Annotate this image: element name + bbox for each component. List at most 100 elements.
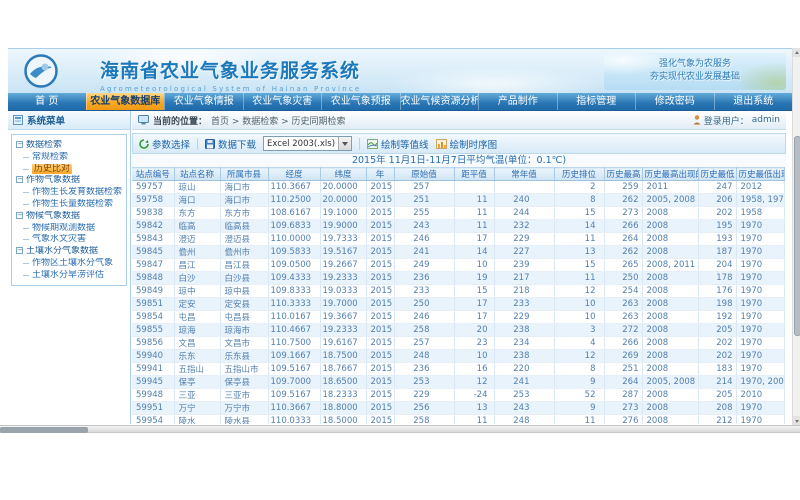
nav-tab[interactable]: 退出系统 bbox=[714, 93, 793, 110]
breadcrumb-path[interactable]: 首页 > 数据检索 > 历史同期检索 bbox=[211, 114, 346, 127]
dropdown-caret-icon[interactable] bbox=[338, 137, 351, 150]
column-header[interactable]: 纬度 bbox=[320, 168, 366, 181]
column-header[interactable]: 历史最低 bbox=[698, 168, 736, 181]
tree-parent-item[interactable]: −土壤水分气象数据 bbox=[16, 246, 124, 258]
table-cell: 229 bbox=[494, 233, 554, 246]
table-cell: 59951 bbox=[132, 402, 174, 415]
column-header[interactable]: 站点名称 bbox=[174, 168, 220, 181]
table-row[interactable]: 59941五指山五指山市109.516718.76672015236162208… bbox=[132, 363, 784, 376]
user-label: 登录用户： bbox=[704, 114, 749, 127]
table-cell: 13 bbox=[454, 402, 494, 415]
table-row[interactable]: 59940乐东乐东县109.166718.7500201524810238122… bbox=[132, 350, 784, 363]
column-header[interactable]: 常年值 bbox=[494, 168, 554, 181]
table-row[interactable]: 59842临高临高县109.683319.9000201524311232142… bbox=[132, 220, 784, 233]
table-row[interactable]: 59851定安定安县110.333319.7000201525017233102… bbox=[132, 298, 784, 311]
table-cell: 琼海 bbox=[174, 324, 220, 337]
table-row[interactable]: 59757琼山海口市110.366720.0000201525722592011… bbox=[132, 181, 784, 194]
table-cell: 2008, 2011 bbox=[642, 259, 698, 272]
table-row[interactable]: 59838东方东方市108.616719.1000201525511244152… bbox=[132, 207, 784, 220]
table-cell: 2012 bbox=[736, 181, 784, 194]
collapse-icon[interactable]: − bbox=[16, 212, 23, 219]
table-cell: 18.7667 bbox=[320, 363, 366, 376]
table-row[interactable]: 59951万宁万宁市110.366718.8000201525613243927… bbox=[132, 402, 784, 415]
column-header[interactable]: 距平值 bbox=[454, 168, 494, 181]
tree-parent-item[interactable]: −作物气象数据 bbox=[16, 175, 124, 187]
download-format-select[interactable]: Excel 2003(.xls) bbox=[263, 136, 352, 151]
table-row[interactable]: 59849琼中琼中县109.833319.0333201523315218122… bbox=[132, 285, 784, 298]
column-header[interactable]: 历史排位 bbox=[554, 168, 604, 181]
table-cell: 59854 bbox=[132, 311, 174, 324]
table-row[interactable]: 59954陵水陵水县110.033318.5000201525811248112… bbox=[132, 415, 784, 425]
table-cell: 205 bbox=[698, 324, 736, 337]
column-header[interactable]: 站点编号 bbox=[132, 168, 174, 181]
horizontal-scrollbar[interactable] bbox=[0, 425, 800, 433]
table-cell: 1970 bbox=[736, 246, 784, 259]
table-cell: 236 bbox=[394, 363, 454, 376]
nav-tab[interactable]: 首 页 bbox=[8, 93, 86, 110]
table-cell: 屯昌 bbox=[174, 311, 220, 324]
system-title: 海南省农业气象业务服务系统 bbox=[100, 56, 361, 83]
collapse-icon[interactable]: − bbox=[16, 141, 23, 148]
table-cell: 12 bbox=[554, 285, 604, 298]
table-row[interactable]: 59854屯昌屯昌县110.016719.3667201524617229102… bbox=[132, 311, 784, 324]
table-cell: 19.0333 bbox=[320, 285, 366, 298]
nav-tab[interactable]: 农业气候资源分析 bbox=[400, 93, 479, 110]
column-header[interactable]: 历史最高出现的年份 bbox=[642, 168, 698, 181]
nav-tab[interactable]: 农业气象情报 bbox=[164, 93, 243, 110]
collapse-icon[interactable]: − bbox=[16, 176, 23, 183]
column-header[interactable]: 历史最低出现的年份 bbox=[736, 168, 784, 181]
column-header[interactable]: 经度 bbox=[268, 168, 320, 181]
nav-tab[interactable]: 产品制作 bbox=[478, 93, 557, 110]
tree-leaf-item[interactable]: 作物生长发育数据检索 bbox=[16, 187, 124, 199]
table-cell: 琼中县 bbox=[220, 285, 268, 298]
column-header[interactable]: 所属市县 bbox=[220, 168, 268, 181]
table-cell: 20.0000 bbox=[320, 181, 366, 194]
draw-contour-button[interactable]: 绘制等值线 bbox=[367, 137, 429, 151]
table-cell: 屯昌县 bbox=[220, 311, 268, 324]
column-header[interactable]: 历史最高 bbox=[604, 168, 642, 181]
table-row[interactable]: 59847昌江昌江县109.050019.2667201524910239152… bbox=[132, 259, 784, 272]
table-row[interactable]: 59945保亭保亭县109.700018.6500201525312241926… bbox=[132, 376, 784, 389]
table-row[interactable]: 59948三亚三亚市109.516718.23332015229-2425352… bbox=[132, 389, 784, 402]
nav-tab[interactable]: 修改密码 bbox=[635, 93, 714, 110]
table-row[interactable]: 59758海口海口市110.250020.0000201525111240826… bbox=[132, 194, 784, 207]
draw-timeseries-button[interactable]: 绘制时序图 bbox=[436, 137, 498, 151]
nav-tab[interactable]: 农业气象灾害 bbox=[243, 93, 322, 110]
tree-leaf-item[interactable]: 物候期观测数据 bbox=[16, 223, 124, 235]
column-header[interactable]: 年 bbox=[366, 168, 394, 181]
table-cell: 11 bbox=[454, 207, 494, 220]
table-cell: 251 bbox=[394, 194, 454, 207]
tree-leaf-item[interactable]: 土壤水分旱涝评估 bbox=[16, 270, 124, 282]
table-cell: 198 bbox=[698, 298, 736, 311]
vertical-scroll-thumb[interactable] bbox=[794, 136, 800, 336]
column-header[interactable]: 原始值 bbox=[394, 168, 454, 181]
table-row[interactable]: 59845儋州儋州市109.583319.5167201524114227132… bbox=[132, 246, 784, 259]
table-row[interactable]: 59848白沙白沙县109.433319.2333201523619217112… bbox=[132, 272, 784, 285]
table-cell: 206 bbox=[698, 194, 736, 207]
table-cell: 20 bbox=[454, 324, 494, 337]
tree-parent-item[interactable]: −数据检索 bbox=[16, 140, 124, 152]
data-download-button[interactable]: 数据下载 bbox=[205, 137, 256, 151]
param-select-button[interactable]: 参数选择 bbox=[139, 137, 190, 151]
table-row[interactable]: 59855琼海琼海市110.466719.2333201525820238327… bbox=[132, 324, 784, 337]
nav-tab[interactable]: 指标管理 bbox=[557, 93, 636, 110]
table-cell: 109.6833 bbox=[268, 220, 320, 233]
scroll-down-icon[interactable] bbox=[793, 416, 800, 425]
tree-leaf-item[interactable]: 作物生长量数据检索 bbox=[16, 199, 124, 211]
table-cell: 2015 bbox=[366, 285, 394, 298]
table-row[interactable]: 59856文昌文昌市110.750019.6167201525723234426… bbox=[132, 337, 784, 350]
tree-leaf-item[interactable]: 气象水文灾害 bbox=[16, 234, 124, 246]
collapse-icon[interactable]: − bbox=[16, 247, 23, 254]
horizontal-scroll-thumb[interactable] bbox=[0, 427, 88, 433]
table-cell: 59945 bbox=[132, 376, 174, 389]
table-row[interactable]: 59843澄迈澄迈县110.000019.7333201524617229112… bbox=[132, 233, 784, 246]
tree-leaf-item[interactable]: 常规检索 bbox=[16, 152, 124, 164]
tree-leaf-item[interactable]: 作物区土壤水分气象 bbox=[16, 258, 124, 270]
table-cell: 19 bbox=[454, 272, 494, 285]
tree-leaf-item[interactable]: 历史比对 bbox=[16, 164, 124, 176]
nav-tab[interactable]: 农业气象预报 bbox=[321, 93, 400, 110]
nav-tab[interactable]: 农业气象数据库 bbox=[86, 93, 165, 110]
tree-parent-item[interactable]: −物候气象数据 bbox=[16, 211, 124, 223]
vertical-scrollbar[interactable] bbox=[792, 48, 800, 425]
scroll-up-icon[interactable] bbox=[793, 48, 800, 57]
